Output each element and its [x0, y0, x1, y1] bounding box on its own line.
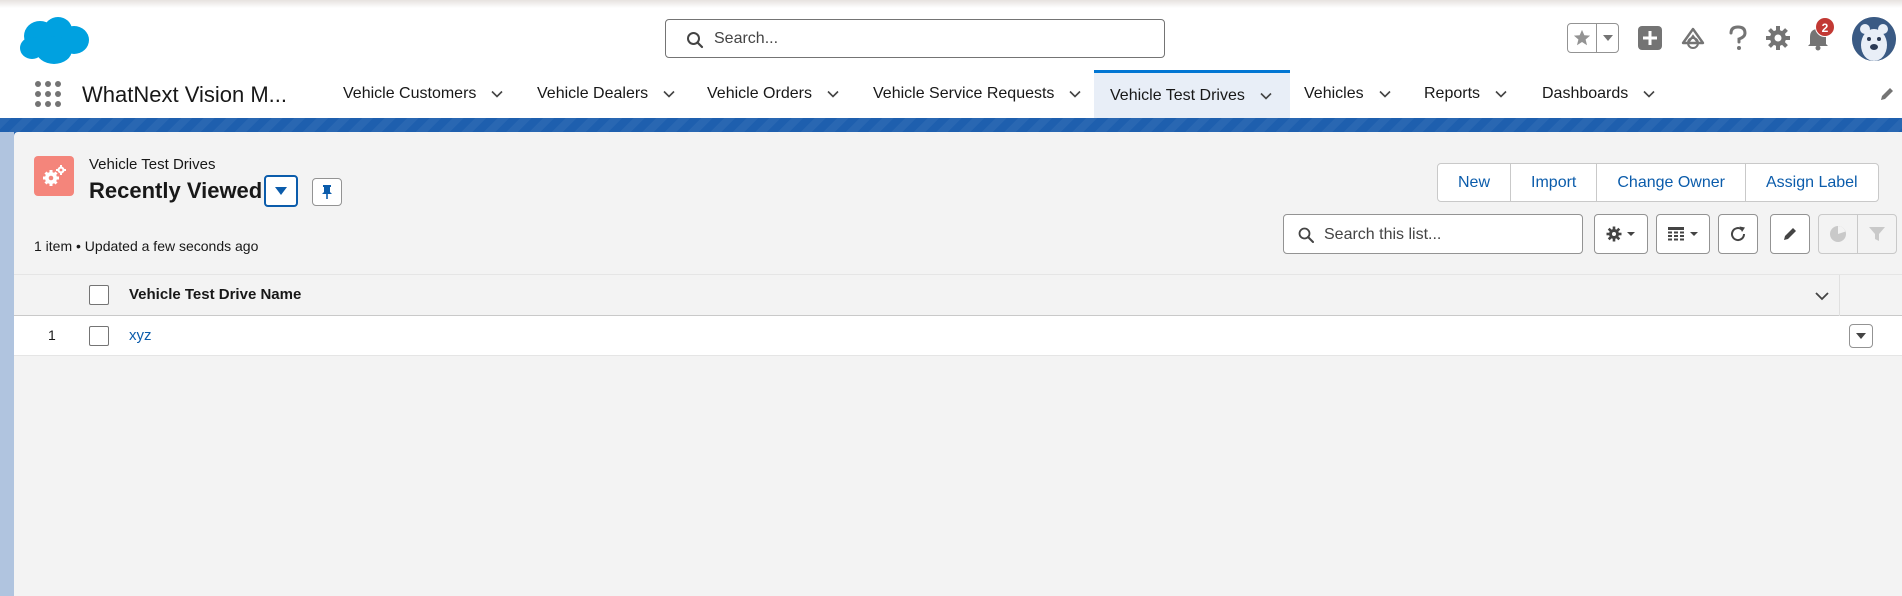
nav-tab-label: Dashboards	[1542, 85, 1629, 102]
column-header-vehicle-test-drive-name[interactable]: Vehicle Test Drive Name	[129, 286, 301, 303]
list-view-selector-button[interactable]	[264, 175, 298, 207]
nav-tab-dashboards[interactable]: Dashboards	[1542, 70, 1656, 118]
table-header: Vehicle Test Drive Name	[14, 274, 1902, 317]
new-button[interactable]: New	[1438, 164, 1512, 201]
display-as-button[interactable]	[1656, 214, 1710, 254]
pin-list-view-button[interactable]	[312, 178, 342, 206]
edit-list-button[interactable]	[1770, 214, 1810, 254]
app-navigation-bar: WhatNext Vision M... Vehicle Customers V…	[0, 70, 1902, 118]
nav-tab-vehicle-orders[interactable]: Vehicle Orders	[707, 70, 840, 118]
chevron-down-icon[interactable]	[1494, 87, 1508, 101]
nav-tab-vehicles[interactable]: Vehicles	[1304, 70, 1392, 118]
salesforce-cloud-logo[interactable]	[18, 14, 92, 66]
caret-down-icon	[1602, 35, 1613, 41]
chevron-down-icon[interactable]	[1259, 89, 1273, 103]
nav-tab-label: Vehicles	[1304, 85, 1364, 102]
change-owner-button[interactable]: Change Owner	[1597, 164, 1746, 201]
list-view-card: Vehicle Test Drives Recently Viewed New …	[14, 132, 1902, 596]
nav-tab-label: Vehicle Dealers	[537, 85, 649, 102]
import-button[interactable]: Import	[1511, 164, 1598, 201]
nav-tab-vehicle-test-drives[interactable]: Vehicle Test Drives	[1094, 70, 1290, 118]
waffle-icon[interactable]	[34, 80, 62, 108]
column-divider	[1839, 275, 1840, 317]
caret-down-icon	[1627, 232, 1635, 236]
row-checkbox[interactable]	[89, 326, 109, 346]
pencil-icon	[1784, 228, 1796, 240]
gear-icon	[1766, 26, 1790, 50]
list-view-title: Recently Viewed	[89, 178, 263, 203]
global-search-placeholder: Search...	[714, 30, 779, 47]
chart-icon	[1830, 226, 1846, 242]
chevron-down-icon[interactable]	[1642, 87, 1656, 101]
caret-down-icon	[275, 187, 287, 195]
row-actions-button[interactable]	[1849, 324, 1873, 348]
table-icon	[1668, 227, 1684, 241]
favorites-group	[1567, 23, 1619, 53]
nav-tab-label: Vehicle Service Requests	[873, 85, 1055, 102]
top-border	[0, 0, 1902, 8]
refresh-button[interactable]	[1718, 214, 1758, 254]
filter-icon	[1869, 227, 1885, 241]
nav-tab-vehicle-dealers[interactable]: Vehicle Dealers	[537, 70, 676, 118]
filters-button[interactable]	[1857, 214, 1897, 254]
pin-icon	[322, 185, 332, 199]
chevron-down-icon[interactable]	[662, 87, 676, 101]
list-search-input[interactable]: Search this list...	[1283, 214, 1583, 254]
chevron-down-icon[interactable]	[490, 87, 504, 101]
help-button[interactable]	[1724, 24, 1752, 52]
object-label: Vehicle Test Drives	[89, 156, 216, 173]
trailhead-icon	[1681, 27, 1705, 49]
global-actions-button[interactable]	[1636, 24, 1664, 52]
nav-tab-vehicle-customers[interactable]: Vehicle Customers	[343, 70, 504, 118]
nav-tab-label: Vehicle Test Drives	[1110, 86, 1245, 104]
favorites-star-button[interactable]	[1568, 24, 1597, 52]
nav-tab-label: Vehicle Orders	[707, 85, 812, 102]
avatar-bear-icon	[1852, 17, 1896, 61]
nav-tab-reports[interactable]: Reports	[1424, 70, 1508, 118]
left-strip	[0, 132, 14, 596]
refresh-icon	[1731, 226, 1746, 242]
caret-down-icon	[1690, 232, 1698, 236]
help-icon	[1729, 25, 1747, 50]
gears-icon	[43, 165, 66, 186]
row-number: 1	[48, 327, 56, 343]
favorites-list-button[interactable]	[1597, 24, 1618, 52]
pencil-icon[interactable]	[1878, 85, 1896, 103]
list-meta-info: 1 item • Updated a few seconds ago	[34, 238, 259, 254]
test-drive-object-icon	[34, 156, 74, 196]
star-icon	[1573, 29, 1591, 46]
nav-tab-vehicle-service-requests[interactable]: Vehicle Service Requests	[873, 70, 1082, 118]
select-all-checkbox[interactable]	[89, 285, 109, 305]
gear-icon	[1606, 226, 1622, 242]
caret-down-icon	[1856, 333, 1866, 339]
avatar[interactable]	[1852, 17, 1896, 61]
chevron-down-icon[interactable]	[826, 87, 840, 101]
charts-button[interactable]	[1818, 214, 1858, 254]
nav-tab-label: Vehicle Customers	[343, 85, 477, 102]
global-header: Search... 2	[0, 8, 1902, 70]
plus-icon	[1638, 26, 1662, 50]
chevron-down-icon[interactable]	[1068, 87, 1082, 101]
table-row: 1 xyz	[14, 316, 1902, 356]
notification-badge: 2	[1815, 17, 1835, 37]
chevron-down-icon[interactable]	[1378, 87, 1392, 101]
list-search-placeholder: Search this list...	[1324, 226, 1442, 243]
search-icon	[1298, 227, 1314, 243]
search-icon	[687, 32, 704, 49]
nav-tab-label: Reports	[1424, 85, 1481, 102]
app-name: WhatNext Vision M...	[82, 82, 287, 107]
trailhead-button[interactable]	[1679, 24, 1707, 52]
list-view-controls-button[interactable]	[1594, 214, 1648, 254]
record-link[interactable]: xyz	[129, 327, 152, 344]
assign-label-button[interactable]: Assign Label	[1745, 164, 1878, 201]
setup-button[interactable]	[1764, 24, 1792, 52]
global-search-input[interactable]: Search...	[665, 19, 1165, 58]
list-actions-button-group: New Import Change Owner Assign Label	[1437, 163, 1879, 202]
chevron-down-icon[interactable]	[1814, 288, 1830, 304]
